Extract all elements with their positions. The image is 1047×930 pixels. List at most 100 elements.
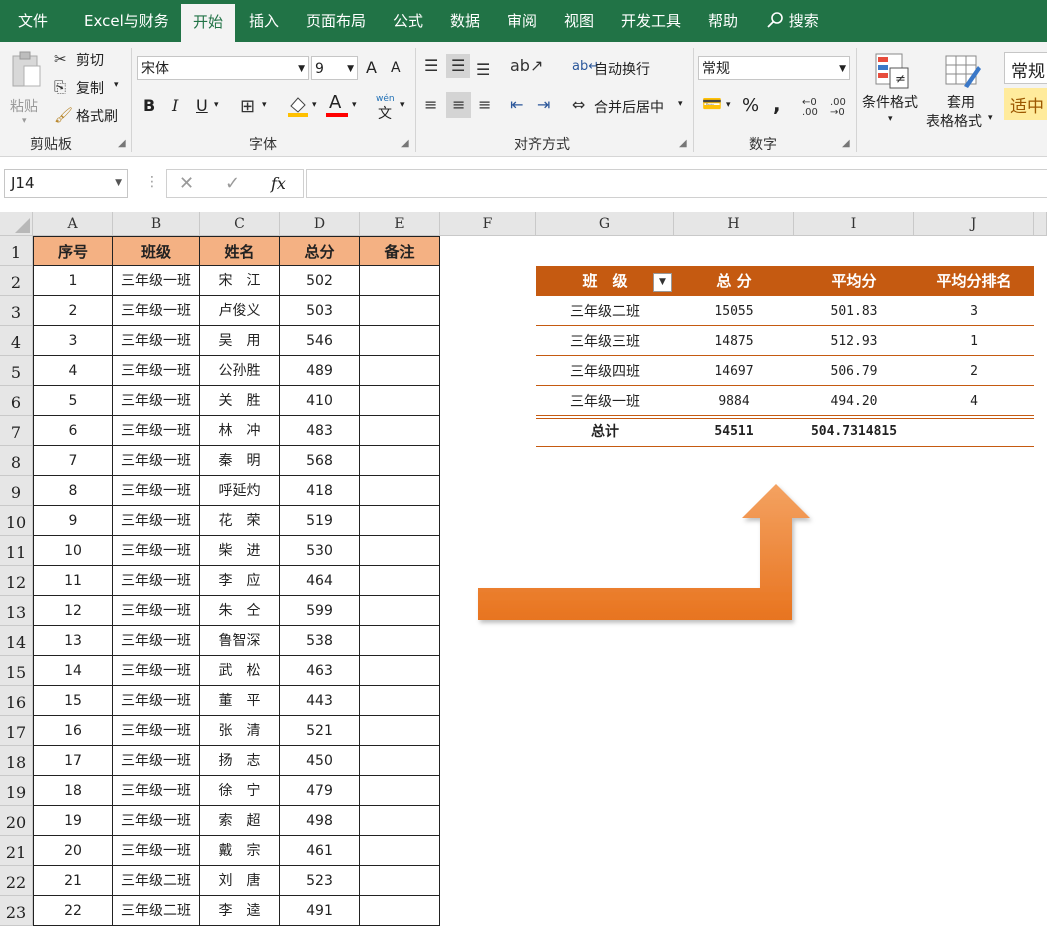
row-header[interactable]: 9 [0,476,33,506]
increase-decimal-icon[interactable]: ←0.00 [802,98,818,118]
cell-name[interactable]: 戴 宗 [200,836,280,866]
underline-dropdown-icon[interactable]: ▾ [214,100,219,110]
cell-note[interactable] [360,776,440,806]
cell-score[interactable]: 521 [280,716,360,746]
column-header-c[interactable]: C [200,212,280,236]
cell-score[interactable]: 464 [280,566,360,596]
align-bottom-icon[interactable]: ☰ [476,62,490,78]
pivot-header-cell[interactable]: 平均分排名 [914,266,1034,296]
cell-score[interactable]: 538 [280,626,360,656]
cell-index[interactable]: 12 [33,596,113,626]
cell-score[interactable]: 450 [280,746,360,776]
cell-index[interactable]: 10 [33,536,113,566]
cell-class[interactable]: 三年级二班 [113,896,200,926]
cell-index[interactable]: 7 [33,446,113,476]
paste-dropdown-icon[interactable]: ▾ [22,116,27,126]
pivot-cell[interactable]: 三年级四班 [536,357,674,387]
cell-note[interactable] [360,836,440,866]
tab-excel-finance[interactable]: Excel与财务 [84,0,169,42]
copy-dropdown-icon[interactable]: ▾ [114,80,119,90]
font-size-select[interactable]: 9 ▼ [311,56,358,80]
font-color-icon[interactable]: A [326,92,348,118]
row-header[interactable]: 23 [0,896,33,926]
cell-name[interactable]: 公孙胜 [200,356,280,386]
cell-class[interactable]: 三年级一班 [113,596,200,626]
pivot-header-cell[interactable]: 平均分 [794,266,914,296]
cell-index[interactable]: 22 [33,896,113,926]
column-header-f[interactable]: F [440,212,536,236]
cancel-icon[interactable]: ✕ [179,173,194,194]
table-header-cell[interactable]: 序号 [33,236,113,266]
cell-class[interactable]: 三年级一班 [113,386,200,416]
pivot-cell[interactable]: 4 [914,387,1034,417]
row-header[interactable]: 1 [0,236,33,266]
cell-class[interactable]: 三年级一班 [113,626,200,656]
percent-button[interactable]: % [742,95,759,116]
cell-score[interactable]: 443 [280,686,360,716]
tab-help[interactable]: 帮助 [708,0,738,42]
comma-button[interactable]: , [773,92,781,116]
cell-index[interactable]: 3 [33,326,113,356]
tab-file[interactable]: 文件 [18,0,48,42]
cell-class[interactable]: 三年级一班 [113,836,200,866]
row-header[interactable]: 8 [0,446,33,476]
pivot-cell[interactable]: 三年级一班 [536,387,674,417]
row-header[interactable]: 17 [0,716,33,746]
cell-index[interactable]: 13 [33,626,113,656]
cell-score[interactable]: 479 [280,776,360,806]
cell-score[interactable]: 418 [280,476,360,506]
decrease-decimal-icon[interactable]: .00 →0 [830,98,846,118]
cell-name[interactable]: 索 超 [200,806,280,836]
row-header[interactable]: 2 [0,266,33,296]
cell-note[interactable] [360,746,440,776]
cell-class[interactable]: 三年级一班 [113,746,200,776]
cell-index[interactable]: 17 [33,746,113,776]
tab-home[interactable]: 开始 [181,4,236,42]
cell-name[interactable]: 鲁智深 [200,626,280,656]
cell-note[interactable] [360,296,440,326]
cell-index[interactable]: 19 [33,806,113,836]
row-header[interactable]: 6 [0,386,33,416]
cell-class[interactable]: 三年级一班 [113,296,200,326]
row-header[interactable]: 20 [0,806,33,836]
bold-button[interactable]: B [143,96,155,115]
pivot-cell[interactable]: 三年级三班 [536,327,674,357]
table-header-cell[interactable]: 备注 [360,236,440,266]
pivot-cell[interactable]: 1 [914,327,1034,357]
cell-score[interactable]: 461 [280,836,360,866]
row-header[interactable]: 13 [0,596,33,626]
borders-dropdown-icon[interactable]: ▾ [262,100,267,110]
tab-view[interactable]: 视图 [564,0,594,42]
align-left-icon[interactable]: ≡ [424,97,437,113]
cell-index[interactable]: 15 [33,686,113,716]
row-header[interactable]: 21 [0,836,33,866]
cell-score[interactable]: 463 [280,656,360,686]
cell-class[interactable]: 三年级一班 [113,656,200,686]
cell-name[interactable]: 花 荣 [200,506,280,536]
column-header-i[interactable]: I [794,212,914,236]
pivot-total-cell[interactable] [914,417,1034,447]
row-header[interactable]: 4 [0,326,33,356]
tab-developer[interactable]: 开发工具 [621,0,681,42]
cell-score[interactable]: 489 [280,356,360,386]
cell-name[interactable]: 林 冲 [200,416,280,446]
cell-score[interactable]: 410 [280,386,360,416]
cell-note[interactable] [360,866,440,896]
column-header-g[interactable]: G [536,212,674,236]
alignment-launcher-icon[interactable]: ◢ [679,138,687,149]
cell-index[interactable]: 4 [33,356,113,386]
pivot-cell[interactable]: 501.83 [794,297,914,327]
pivot-cell[interactable]: 494.20 [794,387,914,417]
cell-class[interactable]: 三年级一班 [113,476,200,506]
currency-dropdown-icon[interactable]: ▾ [726,100,731,110]
cell-class[interactable]: 三年级一班 [113,776,200,806]
cell-class[interactable]: 三年级一班 [113,356,200,386]
cell-score[interactable]: 491 [280,896,360,926]
align-middle-icon[interactable]: ☰ [446,54,471,78]
cell-name[interactable]: 刘 唐 [200,866,280,896]
select-all-corner[interactable] [0,212,33,236]
cell-name[interactable]: 武 松 [200,656,280,686]
style-neutral[interactable]: 适中 [1004,88,1047,120]
cell-class[interactable]: 三年级一班 [113,506,200,536]
cell-index[interactable]: 11 [33,566,113,596]
